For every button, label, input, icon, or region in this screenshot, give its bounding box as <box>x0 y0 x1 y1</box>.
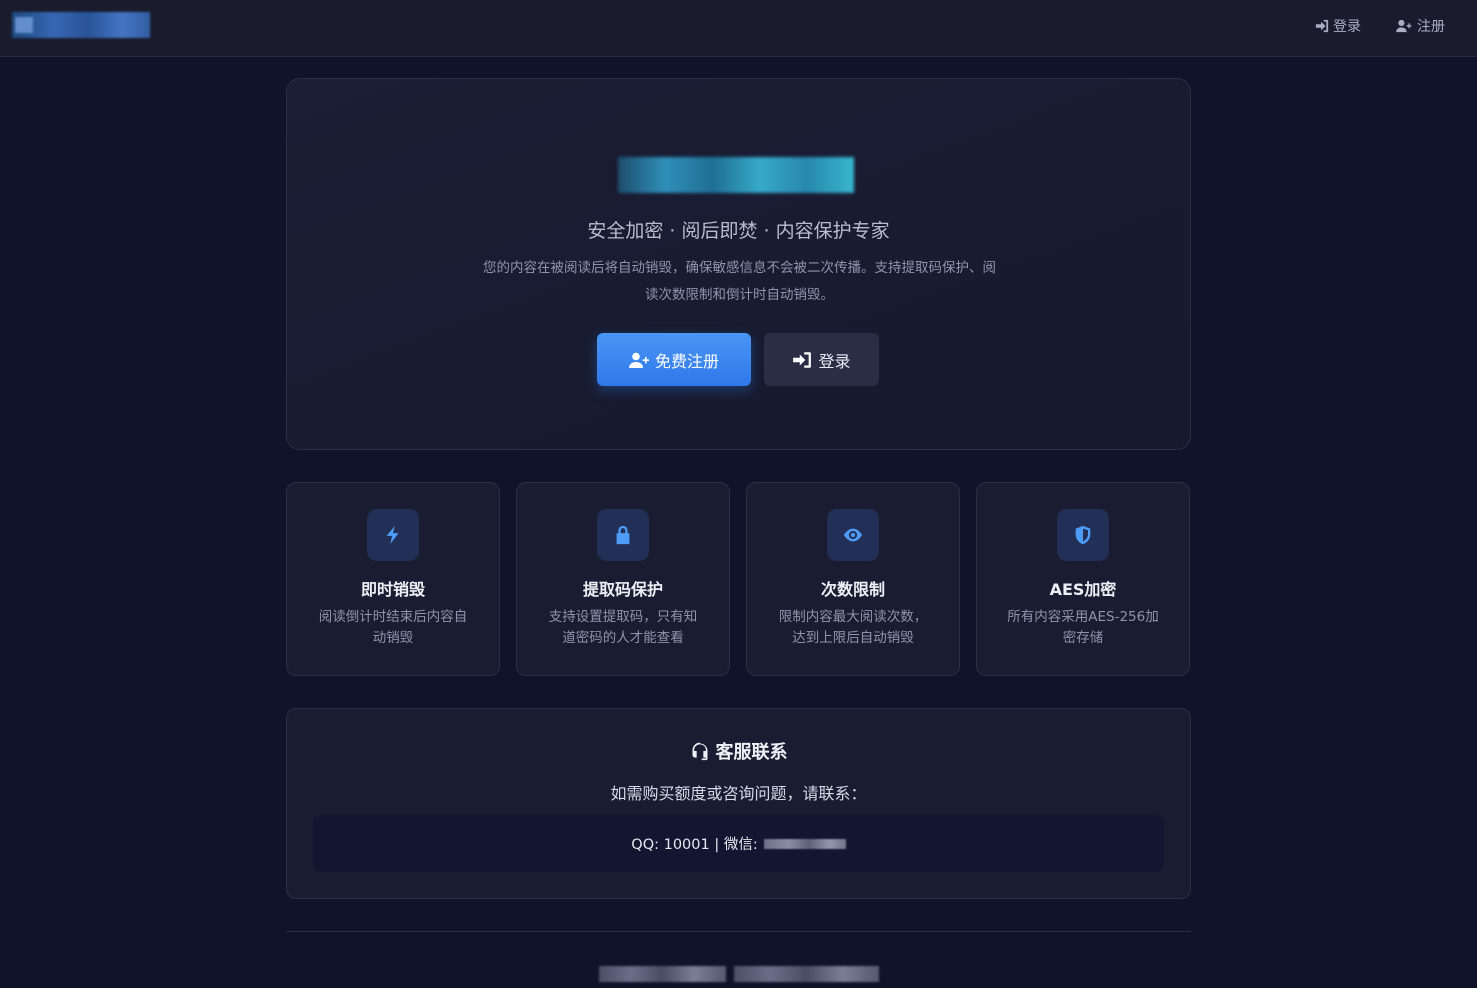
hero-description: 您的内容在被阅读后将自动销毁，确保敏感信息不会被二次传播。支持提取码保护、阅读次… <box>483 260 996 303</box>
hero-card: 安全加密 · 阅后即焚 · 内容保护专家 您的内容在被阅读后将自动销毁，确保敏感… <box>286 78 1191 450</box>
feature-title: 次数限制 <box>820 580 885 599</box>
user-plus-icon <box>628 352 649 368</box>
eye-icon <box>843 528 863 542</box>
sign-in-icon <box>793 351 812 368</box>
hero-title-logo <box>618 157 854 193</box>
site-logo[interactable] <box>12 12 150 38</box>
login-button[interactable]: 登录 <box>764 333 879 386</box>
login-button-label: 登录 <box>818 351 851 371</box>
register-button[interactable]: 免费注册 <box>597 333 751 386</box>
top-navbar: 登录 注册 <box>0 0 1477 57</box>
feature-description: 阅读倒计时结束后内容自动销毁 <box>318 609 468 646</box>
feature-title: AES加密 <box>1049 580 1117 599</box>
feature-description: 所有内容采用AES-256加密存储 <box>1007 609 1159 646</box>
footer-text-redacted <box>734 966 879 982</box>
support-title: 客服联系 <box>715 742 788 763</box>
nav-login-label: 登录 <box>1333 19 1361 35</box>
feature-card-password: 提取码保护 支持设置提取码，只有知道密码的人才能查看 <box>516 482 730 676</box>
nav-register-link[interactable]: 注册 <box>1395 16 1445 36</box>
contact-info-box: QQ: 10001 | 微信: <box>313 815 1164 872</box>
feature-card-instant-destroy: 即时销毁 阅读倒计时结束后内容自动销毁 <box>286 482 500 676</box>
wechat-id-redacted <box>763 838 846 849</box>
user-plus-icon <box>1396 19 1412 33</box>
nav-login-link[interactable]: 登录 <box>1315 16 1361 36</box>
feature-description: 支持设置提取码，只有知道密码的人才能查看 <box>548 609 698 646</box>
feature-card-read-limit: 次数限制 限制内容最大阅读次数，达到上限后自动销毁 <box>746 482 960 676</box>
footer-divider <box>286 931 1191 932</box>
lightning-icon <box>386 525 399 545</box>
sign-in-icon <box>1315 19 1329 33</box>
support-card: 客服联系 如需购买额度或咨询问题，请联系： QQ: 10001 | 微信: <box>286 708 1191 899</box>
register-button-label: 免费注册 <box>654 351 719 371</box>
feature-title: 即时销毁 <box>360 580 425 599</box>
feature-title: 提取码保护 <box>582 580 663 599</box>
footer-text-redacted <box>599 966 726 982</box>
feature-description: 限制内容最大阅读次数，达到上限后自动销毁 <box>778 609 928 646</box>
lock-icon <box>616 525 630 545</box>
support-message: 如需购买额度或咨询问题，请联系： <box>610 784 867 803</box>
feature-card-aes: AES加密 所有内容采用AES-256加密存储 <box>976 482 1190 676</box>
shield-icon <box>1075 525 1091 545</box>
nav-register-label: 注册 <box>1417 19 1445 35</box>
hero-subtitle: 安全加密 · 阅后即焚 · 内容保护专家 <box>587 220 890 242</box>
headset-icon <box>692 742 707 761</box>
contact-text: QQ: 10001 | 微信: <box>631 837 758 853</box>
